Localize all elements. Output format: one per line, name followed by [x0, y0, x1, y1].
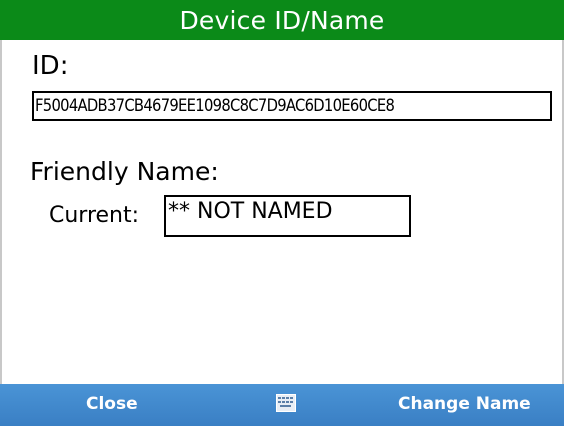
change-name-button[interactable]: Change Name	[398, 394, 531, 414]
close-button[interactable]: Close	[86, 394, 138, 414]
title-bar: Device ID/Name	[0, 0, 564, 40]
device-id-name-screen: Device ID/Name ID: F5004ADB37CB4679EE109…	[0, 0, 564, 426]
current-name-label: Current:	[49, 203, 140, 228]
friendly-name-label: Friendly Name:	[30, 157, 219, 186]
id-label: ID:	[32, 51, 69, 81]
keyboard-icon[interactable]	[276, 394, 296, 412]
softkey-bar: Close Change Name	[0, 384, 564, 426]
current-name-field[interactable]: ** NOT NAMED	[164, 195, 411, 237]
device-id-field[interactable]: F5004ADB37CB4679EE1098C8C7D9AC6D10E60CE8	[32, 91, 552, 121]
page-title: Device ID/Name	[179, 5, 385, 35]
left-frame-border	[0, 40, 2, 384]
